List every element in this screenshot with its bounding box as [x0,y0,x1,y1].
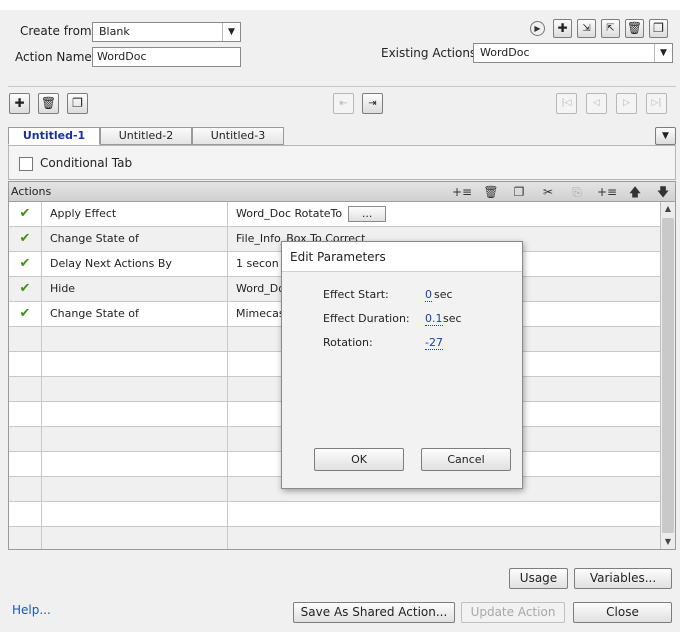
preview-icon[interactable]: ▶ [530,21,545,36]
grid-scrollbar[interactable]: ▲ ▼ [660,202,675,549]
edit-parameters-dialog: Edit Parameters Effect Start: 0 sec Effe… [281,241,523,489]
empty-row[interactable] [9,527,660,549]
scroll-up-icon[interactable]: ▲ [661,202,675,216]
tab-untitled-2[interactable]: Untitled-2 [100,127,192,145]
insert-action-icon[interactable]: +≡ [452,183,472,201]
export-icon[interactable]: ⇱ [601,19,620,38]
previous-tab-icon[interactable]: ◁ [586,93,607,114]
empty-cell [9,452,42,476]
empty-cell [9,527,42,549]
check-icon: ✔ [9,252,42,276]
duplicate-tab-icon[interactable]: ❐ [67,93,88,114]
duplicate-action-icon[interactable]: ❐ [649,19,668,38]
effect-start-unit: sec [434,288,453,301]
action-cell[interactable]: Change State of [42,302,228,326]
divider [8,86,676,87]
existing-actions-select[interactable]: WordDoc ▼ [473,43,673,63]
empty-cell [42,377,228,401]
rotation-value[interactable]: -27 [425,336,443,350]
action-cell[interactable]: Delay Next Actions By [42,252,228,276]
empty-cell [42,502,228,526]
ok-button[interactable]: OK [314,448,404,471]
usage-button[interactable]: Usage [509,568,568,589]
cancel-button[interactable]: Cancel [421,448,511,471]
help-link[interactable]: Help... [12,603,51,617]
table-row[interactable]: ✔ Apply Effect Word_Doc RotateTo... [9,202,660,227]
delete-action-icon[interactable]: 🗑 [625,19,644,38]
tab-content: Conditional Tab [8,145,676,180]
action-name-label: Action Name: [15,50,96,64]
edit-parameters-button[interactable]: ... [348,206,387,222]
empty-cell [9,327,42,351]
add-tab-icon[interactable]: ✚ [9,93,30,114]
empty-cell [9,427,42,451]
import-icon[interactable]: ⇲ [577,19,596,38]
action-cell[interactable]: Apply Effect [42,202,228,226]
add-action-icon[interactable]: ✚ [553,19,572,38]
check-icon: ✔ [9,302,42,326]
move-up-icon[interactable]: 🡅 [626,183,644,201]
action-name-input[interactable]: WordDoc [92,47,241,67]
move-down-icon[interactable]: 🡇 [654,183,672,201]
target-text: Word_Doc RotateTo [236,207,343,220]
effect-duration-unit: sec [443,312,462,325]
action-cell[interactable]: Change State of [42,227,228,251]
chevron-down-icon: ▼ [654,44,672,62]
check-icon: ✔ [9,202,42,226]
effect-duration-value[interactable]: 0.1 [425,312,443,326]
actions-header-label: Actions [11,185,52,198]
check-icon: ✔ [9,277,42,301]
empty-cell [42,477,228,501]
cut-icon[interactable]: ✂ [539,183,557,201]
last-tab-icon[interactable]: ▷| [646,93,667,114]
chevron-down-icon: ▼ [222,23,240,41]
update-action-button[interactable]: Update Action [461,602,565,623]
effect-start-value[interactable]: 0 [425,288,432,302]
empty-cell [42,352,228,376]
empty-cell [42,427,228,451]
empty-cell [9,477,42,501]
empty-cell [42,402,228,426]
existing-actions-value: WordDoc [480,46,530,59]
paste-icon[interactable]: ⎘ [568,183,586,201]
tab-untitled-1[interactable]: Untitled-1 [8,127,100,145]
empty-cell [9,352,42,376]
add-row-icon[interactable]: +≡ [597,183,617,201]
target-cell[interactable]: Word_Doc RotateTo... [228,202,660,226]
move-right-icon[interactable]: ⇥ [362,93,383,114]
rotation-label: Rotation: [323,336,373,349]
existing-actions-label: Existing Actions: [381,46,481,60]
empty-row[interactable] [9,502,660,527]
delete-tab-icon[interactable]: 🗑 [38,93,59,114]
copy-row-icon[interactable]: ❐ [510,183,528,201]
create-from-value: Blank [99,25,130,38]
tab-list-dropdown[interactable]: ▼ [655,127,676,145]
action-cell[interactable]: Hide [42,277,228,301]
move-left-icon[interactable]: ⇤ [333,93,354,114]
scroll-down-icon[interactable]: ▼ [661,535,675,549]
conditional-tab-checkbox[interactable] [19,157,33,171]
tab-untitled-3[interactable]: Untitled-3 [192,127,284,145]
first-tab-icon[interactable]: |◁ [556,93,577,114]
empty-cell [42,327,228,351]
create-from-select[interactable]: Blank ▼ [92,22,241,42]
delete-row-icon[interactable]: 🗑 [482,183,500,201]
empty-cell [9,502,42,526]
variables-button[interactable]: Variables... [574,568,672,589]
empty-cell [9,377,42,401]
actions-grid-header: Actions +≡ 🗑 ❐ ✂ ⎘ +≡ 🡅 🡇 [9,182,675,202]
empty-cell [42,527,228,549]
empty-cell [9,402,42,426]
dialog-title: Edit Parameters [282,242,522,272]
empty-cell [42,452,228,476]
scrollbar-thumb[interactable] [662,218,674,533]
close-button[interactable]: Close [573,602,672,623]
save-as-shared-action-button[interactable]: Save As Shared Action... [293,602,455,623]
create-from-label: Create from: [20,24,96,38]
check-icon: ✔ [9,227,42,251]
conditional-tab-label: Conditional Tab [40,156,133,170]
effect-start-label: Effect Start: [323,288,389,301]
effect-duration-label: Effect Duration: [323,312,410,325]
next-tab-icon[interactable]: ▷ [616,93,637,114]
